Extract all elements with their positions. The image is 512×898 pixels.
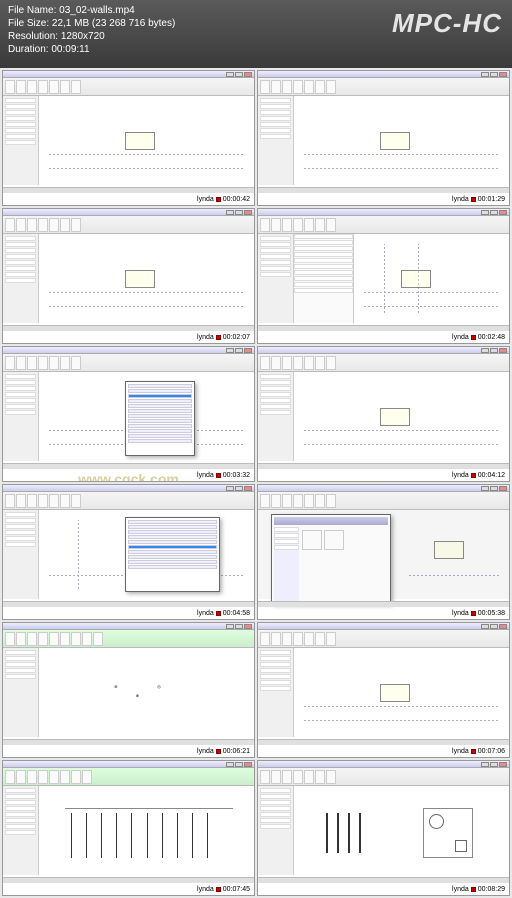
brand-label: lynda [197,196,214,203]
status-bar [3,187,254,193]
load-family-dialog [271,514,391,604]
filename-label: File Name: [8,5,56,16]
record-icon [216,749,221,754]
thumbnail[interactable]: lynda00:01:29 [257,70,510,206]
thumbnail[interactable]: lynda00:04:58 [2,484,255,620]
thumbnail[interactable]: lynda00:02:07 [2,208,255,344]
thumbnail[interactable]: lynda00:07:06 [257,622,510,758]
record-icon [216,197,221,202]
type-properties-dialog [125,517,220,592]
close-icon [499,72,507,77]
timestamp-badge: lynda 00:00:42 [195,196,252,203]
close-icon [244,72,252,77]
record-icon [471,335,476,340]
record-icon [471,473,476,478]
resolution-label: Resolution: [8,31,58,42]
thumbnail[interactable]: lynda00:04:12 [257,346,510,482]
filesize-value: 22,1 MB (23 268 716 bytes) [52,18,175,29]
drawing-canvas [39,96,254,185]
duration-label: Duration: [8,44,49,55]
media-info-header: File Name: 03_02-walls.mp4 File Size: 22… [0,0,512,68]
minimize-icon [481,72,489,77]
record-icon [471,887,476,892]
properties-panel [294,234,354,323]
thumbnail[interactable]: lynda00:03:32 www.cgck.com [2,346,255,482]
ribbon-button [71,80,81,94]
window-controls [226,72,252,77]
ribbon-toolbar [3,78,254,96]
thumbnail[interactable]: ⊕ ⊗ ◎ lynda00:06:21 [2,622,255,758]
floor-plan-element [125,132,155,150]
record-icon [216,473,221,478]
record-icon [471,611,476,616]
thumbnail[interactable]: lynda00:05:38 [257,484,510,620]
maximize-icon [235,72,243,77]
minimize-icon [226,72,234,77]
ribbon-button [27,80,37,94]
ribbon-button [5,80,15,94]
thumbnail[interactable]: lynda00:02:48 [257,208,510,344]
legend-canvas [39,786,254,875]
thumbnail-grid: lynda 00:00:42 lynda00:01:29 lynda00:02:0… [0,68,512,898]
duration-value: 00:09:11 [51,44,89,55]
ribbon-button [49,80,59,94]
detail-canvas [294,786,509,875]
time-value: 00:00:42 [223,196,250,203]
filesize-label: File Size: [8,18,49,29]
record-icon [216,887,221,892]
thumbnail[interactable]: lynda 00:00:42 [2,70,255,206]
ribbon-button [60,80,70,94]
maximize-icon [490,72,498,77]
record-icon [471,197,476,202]
thumbnail[interactable]: lynda00:07:45 [2,760,255,896]
resolution-value: 1280x720 [61,31,105,42]
record-icon [216,335,221,340]
filename-value: 03_02-walls.mp4 [59,5,135,16]
project-browser [3,96,39,185]
watermark-text: www.cgck.com [78,471,179,482]
app-logo: MPC-HC [392,8,502,39]
window-titlebar [3,71,254,78]
type-selector-dropdown [125,381,195,456]
ribbon-button [16,80,26,94]
ribbon-button [38,80,48,94]
record-icon [216,611,221,616]
record-icon [471,749,476,754]
thumbnail[interactable]: lynda00:08:29 [257,760,510,896]
